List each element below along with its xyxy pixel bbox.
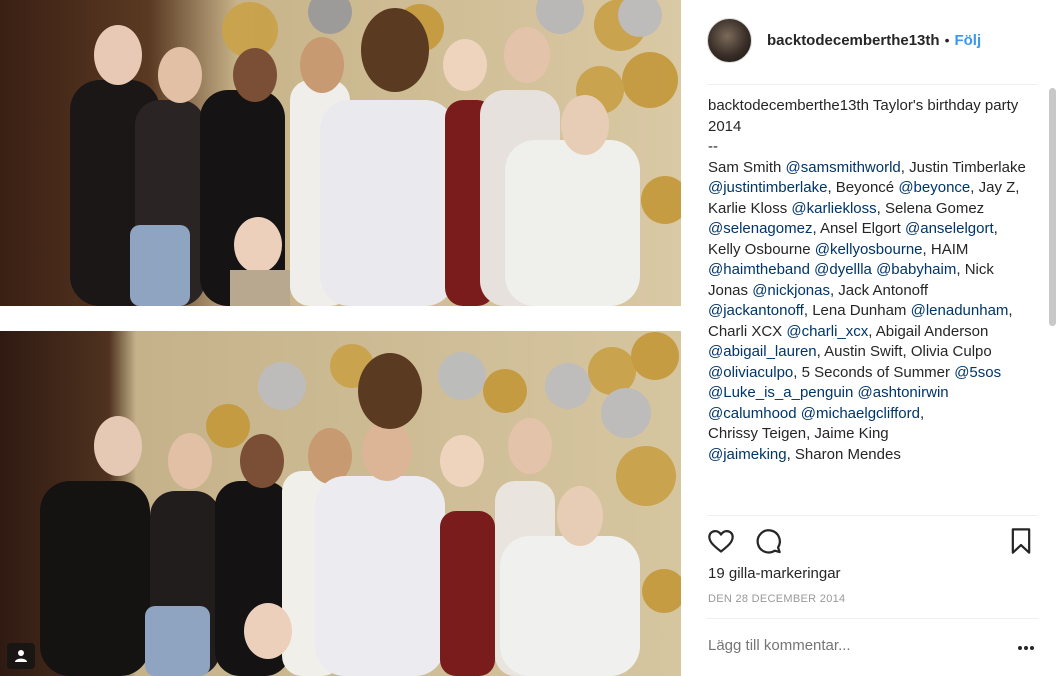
caption-text: , Lena Dunham <box>803 302 911 319</box>
caption-text: , Justin Timberlake <box>900 158 1026 176</box>
caption-text: , Selena Gomez <box>876 199 989 217</box>
follow-button[interactable]: Följ <box>954 32 981 49</box>
header-username[interactable]: backtodecemberthe13th <box>767 32 940 49</box>
caption-mention[interactable]: @selenagomez <box>708 220 812 237</box>
caption-mention[interactable]: @haimtheband <box>708 261 810 278</box>
caption-mention[interactable]: @abigail_lauren <box>708 343 817 360</box>
caption-mention[interactable]: @jackantonoff <box>708 302 804 319</box>
caption-text <box>949 384 953 401</box>
caption-mention[interactable]: @calumhood <box>708 405 797 422</box>
caption-mention[interactable]: @dyellla <box>814 261 872 278</box>
post-photo-bottom <box>0 331 681 676</box>
caption-mention[interactable]: @babyhaim <box>876 261 956 278</box>
post-date[interactable]: DEN 28 DECEMBER 2014 <box>708 593 845 605</box>
caption-text <box>1001 364 1005 381</box>
caption-username[interactable]: backtodecemberthe13th <box>708 97 869 114</box>
comment-divider <box>707 618 1038 619</box>
caption-mention[interactable]: @ashtonirwin <box>858 384 949 401</box>
post-photo-top <box>0 0 681 306</box>
caption-mention[interactable]: @charli_xcx <box>786 323 868 340</box>
action-bar <box>707 527 1037 557</box>
caption-mention[interactable]: @nickjonas <box>752 282 830 299</box>
caption-text: , Austin Swift, Olivia Culpo <box>816 343 996 360</box>
header-dot-separator: • <box>944 32 950 48</box>
user-tag-icon[interactable] <box>7 643 35 669</box>
caption-text: , Beyoncé <box>827 179 899 196</box>
caption-scrollbar[interactable] <box>1049 88 1056 326</box>
post-side-panel: backtodecemberthe13th • Följ backtodecem… <box>681 0 1058 676</box>
caption-mention[interactable]: @anselelgort <box>905 220 994 237</box>
comment-icon[interactable] <box>754 527 784 557</box>
caption-mention[interactable]: @justintimberlake <box>708 179 827 196</box>
more-icon[interactable] <box>1017 640 1035 650</box>
caption-mention[interactable]: @oliviaculpo <box>708 364 793 381</box>
comment-input[interactable] <box>708 637 988 654</box>
caption-divider <box>707 515 1038 516</box>
bookmark-icon[interactable] <box>1009 527 1039 557</box>
caption-mention[interactable]: @michaelgclifford <box>801 405 920 422</box>
caption-text: , Sharon Mendes <box>786 445 901 463</box>
avatar[interactable] <box>707 17 752 63</box>
caption-mention[interactable]: @jaimeking <box>708 446 787 463</box>
caption-text: , Jack Antonoff <box>829 281 933 299</box>
caption-mention[interactable]: @lenadunham <box>911 302 1009 319</box>
likes-count[interactable]: 19 gilla-markeringar <box>708 565 841 582</box>
header-divider <box>707 84 1038 85</box>
caption-mention[interactable]: @karliekloss <box>791 200 876 217</box>
caption-mention[interactable]: @kellyosbourne <box>815 241 923 258</box>
caption-mention[interactable]: @5sos <box>954 364 1001 381</box>
caption-mention[interactable]: @beyonce <box>898 179 970 196</box>
caption-text: , Abigail Anderson <box>868 322 993 340</box>
heart-icon[interactable] <box>707 527 737 557</box>
post-media[interactable] <box>0 0 681 676</box>
caption-text: , 5 Seconds of Summer <box>793 363 955 381</box>
post-caption: backtodecemberthe13th Taylor's birthday … <box>708 96 1028 515</box>
caption-text: , Ansel Elgort <box>812 220 906 237</box>
caption-mention[interactable]: @Luke_is_a_penguin <box>708 384 853 401</box>
caption-text: , HAIM <box>922 240 973 258</box>
post-header: backtodecemberthe13th • Följ <box>707 17 1047 63</box>
caption-mention[interactable]: @samsmithworld <box>786 159 901 176</box>
